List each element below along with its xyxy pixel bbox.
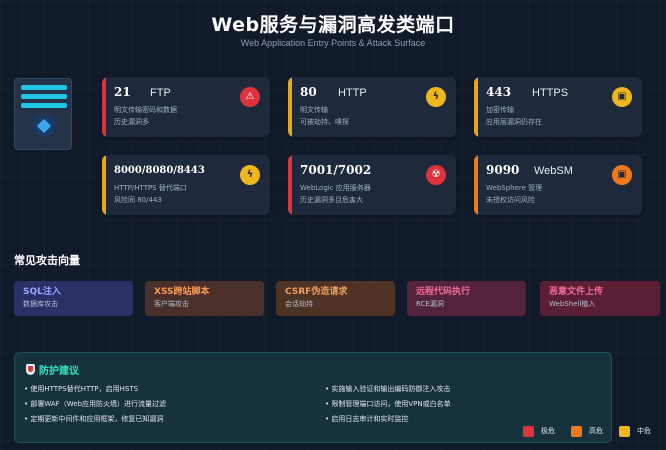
legend-label-high: 高危	[589, 427, 603, 435]
port-number: 9090	[486, 163, 520, 177]
lock-icon: ▣	[612, 87, 632, 107]
port-desc-2: 可被劫持、嗅探	[300, 118, 349, 126]
port-desc-2: 历史漏洞多	[114, 118, 149, 126]
port-desc-2: 应用层漏洞仍存在	[486, 118, 542, 126]
legend-swatch-critical	[523, 426, 534, 437]
port-card-7001-7002[interactable]: 7001/7002 WebLogic 应用服务器 历史漏洞多且危害大 ☢	[288, 155, 456, 215]
tip-right-2: • 限制管理端口访问，使用VPN或白名单	[325, 400, 451, 408]
vector-sql-injection[interactable]: SQL注入 数据库攻击	[14, 281, 133, 316]
vector-name: 恶意文件上传	[549, 287, 604, 297]
port-card-9090[interactable]: 9090 WebSM WebSphere 管理 未授权访问风险 ▣	[474, 155, 642, 215]
port-protocol: WebSM	[534, 165, 573, 177]
port-number: 8000/8080/8443	[114, 165, 205, 176]
port-desc-2: 历史漏洞多且危害大	[300, 196, 363, 204]
server-illustration	[14, 78, 72, 150]
lock-icon: ▣	[612, 165, 632, 185]
port-number: 80	[300, 85, 317, 99]
page-title: Web服务与漏洞高发类端口	[211, 14, 455, 36]
port-protocol: HTTP	[338, 87, 367, 99]
port-card-8000-8080-8443[interactable]: 8000/8080/8443 HTTP/HTTPS 替代端口 风险同 80/44…	[102, 155, 270, 215]
port-desc-1: HTTP/HTTPS 替代端口	[114, 184, 187, 192]
warning-icon: ⚠	[240, 87, 260, 107]
legend-label-medium: 中危	[637, 427, 651, 435]
vector-file-upload[interactable]: 恶意文件上传 WebShell植入	[540, 281, 660, 316]
port-protocol: HTTPS	[532, 87, 569, 99]
page-subtitle: Web Application Entry Points & Attack Su…	[240, 38, 426, 48]
vector-sub: 客户端攻击	[154, 300, 189, 308]
port-desc-2: 风险同 80/443	[114, 196, 162, 204]
port-desc-1: 加密传输	[486, 106, 514, 114]
port-number: 21	[114, 85, 131, 99]
port-card-http[interactable]: 80 HTTP 明文传输 可被劫持、嗅探 ϟ	[288, 77, 456, 137]
legend-swatch-high	[571, 426, 582, 437]
vector-sub: RCE漏洞	[416, 300, 444, 308]
vector-name: SQL注入	[23, 287, 61, 297]
tip-right-1: • 实施输入验证和输出编码防御注入攻击	[325, 385, 451, 393]
vector-rce[interactable]: 远程代码执行 RCE漏洞	[407, 281, 526, 316]
port-desc-2: 未授权访问风险	[486, 196, 535, 204]
vector-name: CSRF伪造请求	[285, 287, 348, 297]
port-number: 7001/7002	[300, 163, 372, 177]
shield-icon	[26, 364, 35, 375]
port-number: 443	[486, 85, 512, 99]
vector-sub: 会话劫持	[285, 300, 313, 308]
lightning-icon: ϟ	[426, 87, 446, 107]
tip-right-3: • 启用日志审计和实时监控	[325, 415, 409, 423]
server-emblem-icon	[33, 115, 55, 137]
vector-csrf[interactable]: CSRF伪造请求 会话劫持	[276, 281, 395, 316]
vector-sub: WebShell植入	[549, 300, 596, 308]
legend-label-critical: 极危	[541, 427, 555, 435]
port-desc-1: 明文传输	[300, 106, 328, 114]
legend-swatch-medium	[619, 426, 630, 437]
tip-left-3: • 定期更新中间件和应用框架，修复已知漏洞	[24, 415, 164, 423]
tip-left-1: • 使用HTTPS替代HTTP，启用HSTS	[24, 385, 139, 393]
port-desc-1: 明文传输密码和数据	[114, 106, 177, 114]
port-desc-1: WebSphere 管理	[486, 184, 543, 192]
attack-vectors-title: 常见攻击向量	[14, 254, 80, 267]
vector-sub: 数据库攻击	[23, 300, 58, 308]
port-desc-1: WebLogic 应用服务器	[300, 184, 371, 192]
port-card-ftp[interactable]: 21 FTP 明文传输密码和数据 历史漏洞多 ⚠	[102, 77, 270, 137]
lightning-icon: ϟ	[240, 165, 260, 185]
radiation-icon: ☢	[426, 165, 446, 185]
port-card-https[interactable]: 443 HTTPS 加密传输 应用层漏洞仍存在 ▣	[474, 77, 642, 137]
vector-xss[interactable]: XSS跨站脚本 客户端攻击	[145, 281, 264, 316]
tip-left-2: • 部署WAF（Web应用防火墙）进行流量过滤	[24, 400, 166, 408]
vector-name: 远程代码执行	[416, 287, 471, 297]
vector-name: XSS跨站脚本	[154, 287, 210, 297]
port-protocol: FTP	[150, 87, 171, 99]
protection-title: 防护建议	[26, 362, 79, 377]
